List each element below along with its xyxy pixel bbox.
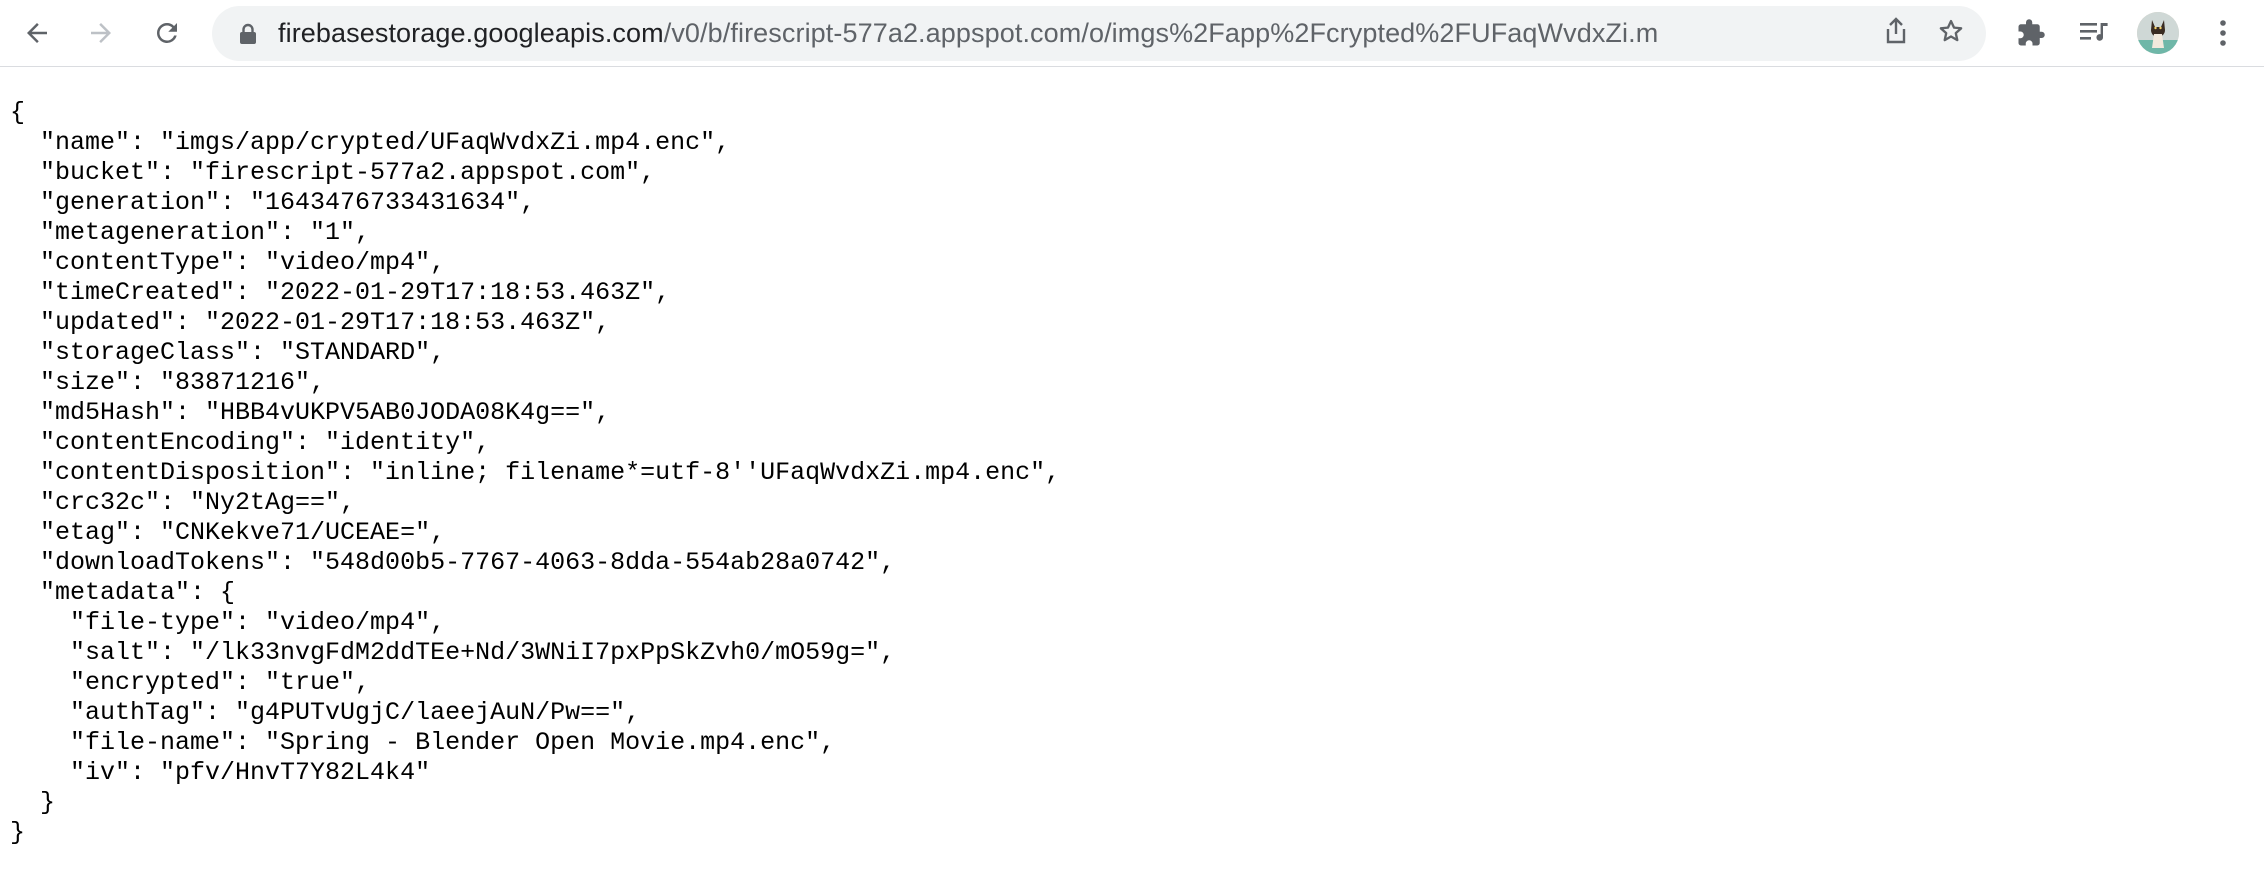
star-icon	[1937, 17, 1965, 50]
json-line: }	[10, 788, 56, 817]
kebab-menu-icon	[2219, 19, 2227, 47]
json-line: }	[10, 818, 26, 847]
browser-menu-button[interactable]	[2199, 9, 2247, 57]
media-control-button[interactable]	[2071, 9, 2119, 57]
arrow-left-icon	[22, 18, 52, 48]
json-line: "file-name": "Spring - Blender Open Movi…	[10, 728, 836, 757]
json-line: "encrypted": "true",	[10, 668, 371, 697]
arrow-right-icon	[86, 18, 116, 48]
json-line: "storageClass": "STANDARD",	[10, 338, 446, 367]
json-line: "authTag": "g4PUTvUgjC/laeejAuN/Pw==",	[10, 698, 641, 727]
bookmark-button[interactable]	[1930, 12, 1972, 54]
json-line: "contentType": "video/mp4",	[10, 248, 446, 277]
back-button[interactable]	[13, 9, 61, 57]
forward-button[interactable]	[77, 9, 125, 57]
share-icon	[1883, 16, 1909, 50]
json-line: "salt": "/lk33nvgFdM2ddTEe+Nd/3WNiI7pxPp…	[10, 638, 896, 667]
share-button[interactable]	[1875, 12, 1917, 54]
json-line: "metageneration": "1",	[10, 218, 371, 247]
json-line: "generation": "1643476733431634",	[10, 188, 536, 217]
json-line: "name": "imgs/app/crypted/UFaqWvdxZi.mp4…	[10, 128, 731, 157]
media-queue-icon	[2079, 20, 2111, 46]
browser-toolbar: firebasestorage.googleapis.com/v0/b/fire…	[0, 0, 2264, 67]
extensions-button[interactable]	[2007, 9, 2055, 57]
json-line: "downloadTokens": "548d00b5-7767-4063-8d…	[10, 548, 896, 577]
json-line: "updated": "2022-01-29T17:18:53.463Z",	[10, 308, 611, 337]
json-line: "timeCreated": "2022-01-29T17:18:53.463Z…	[10, 278, 671, 307]
reload-button[interactable]	[143, 9, 191, 57]
json-line: "crc32c": "Ny2tAg==",	[10, 488, 356, 517]
json-line: "size": "83871216",	[10, 368, 326, 397]
json-line: "contentEncoding": "identity",	[10, 428, 491, 457]
json-line: {	[10, 98, 26, 127]
json-line: "iv": "pfv/HnvT7Y82L4k4"	[10, 758, 431, 787]
json-line: "etag": "CNKekve71/UCEAE=",	[10, 518, 446, 547]
address-bar[interactable]: firebasestorage.googleapis.com/v0/b/fire…	[212, 6, 1986, 61]
json-line: "file-type": "video/mp4",	[10, 608, 446, 637]
reload-icon	[152, 18, 182, 48]
json-line: "bucket": "firescript-577a2.appspot.com"…	[10, 158, 656, 187]
puzzle-icon	[2016, 18, 2046, 48]
url-text[interactable]: firebasestorage.googleapis.com/v0/b/fire…	[278, 6, 1658, 61]
lock-icon[interactable]	[238, 23, 258, 50]
json-line: "md5Hash": "HBB4vUKPV5AB0JODA08K4g==",	[10, 398, 611, 427]
avatar[interactable]	[2137, 12, 2179, 54]
url-path: /v0/b/firescript-577a2.appspot.com/o/img…	[663, 18, 1658, 48]
json-document: { "name": "imgs/app/crypted/UFaqWvdxZi.m…	[10, 98, 1060, 848]
url-host: firebasestorage.googleapis.com	[278, 18, 664, 48]
json-line: "metadata": {	[10, 578, 236, 607]
json-line: "contentDisposition": "inline; filename*…	[10, 458, 1061, 487]
